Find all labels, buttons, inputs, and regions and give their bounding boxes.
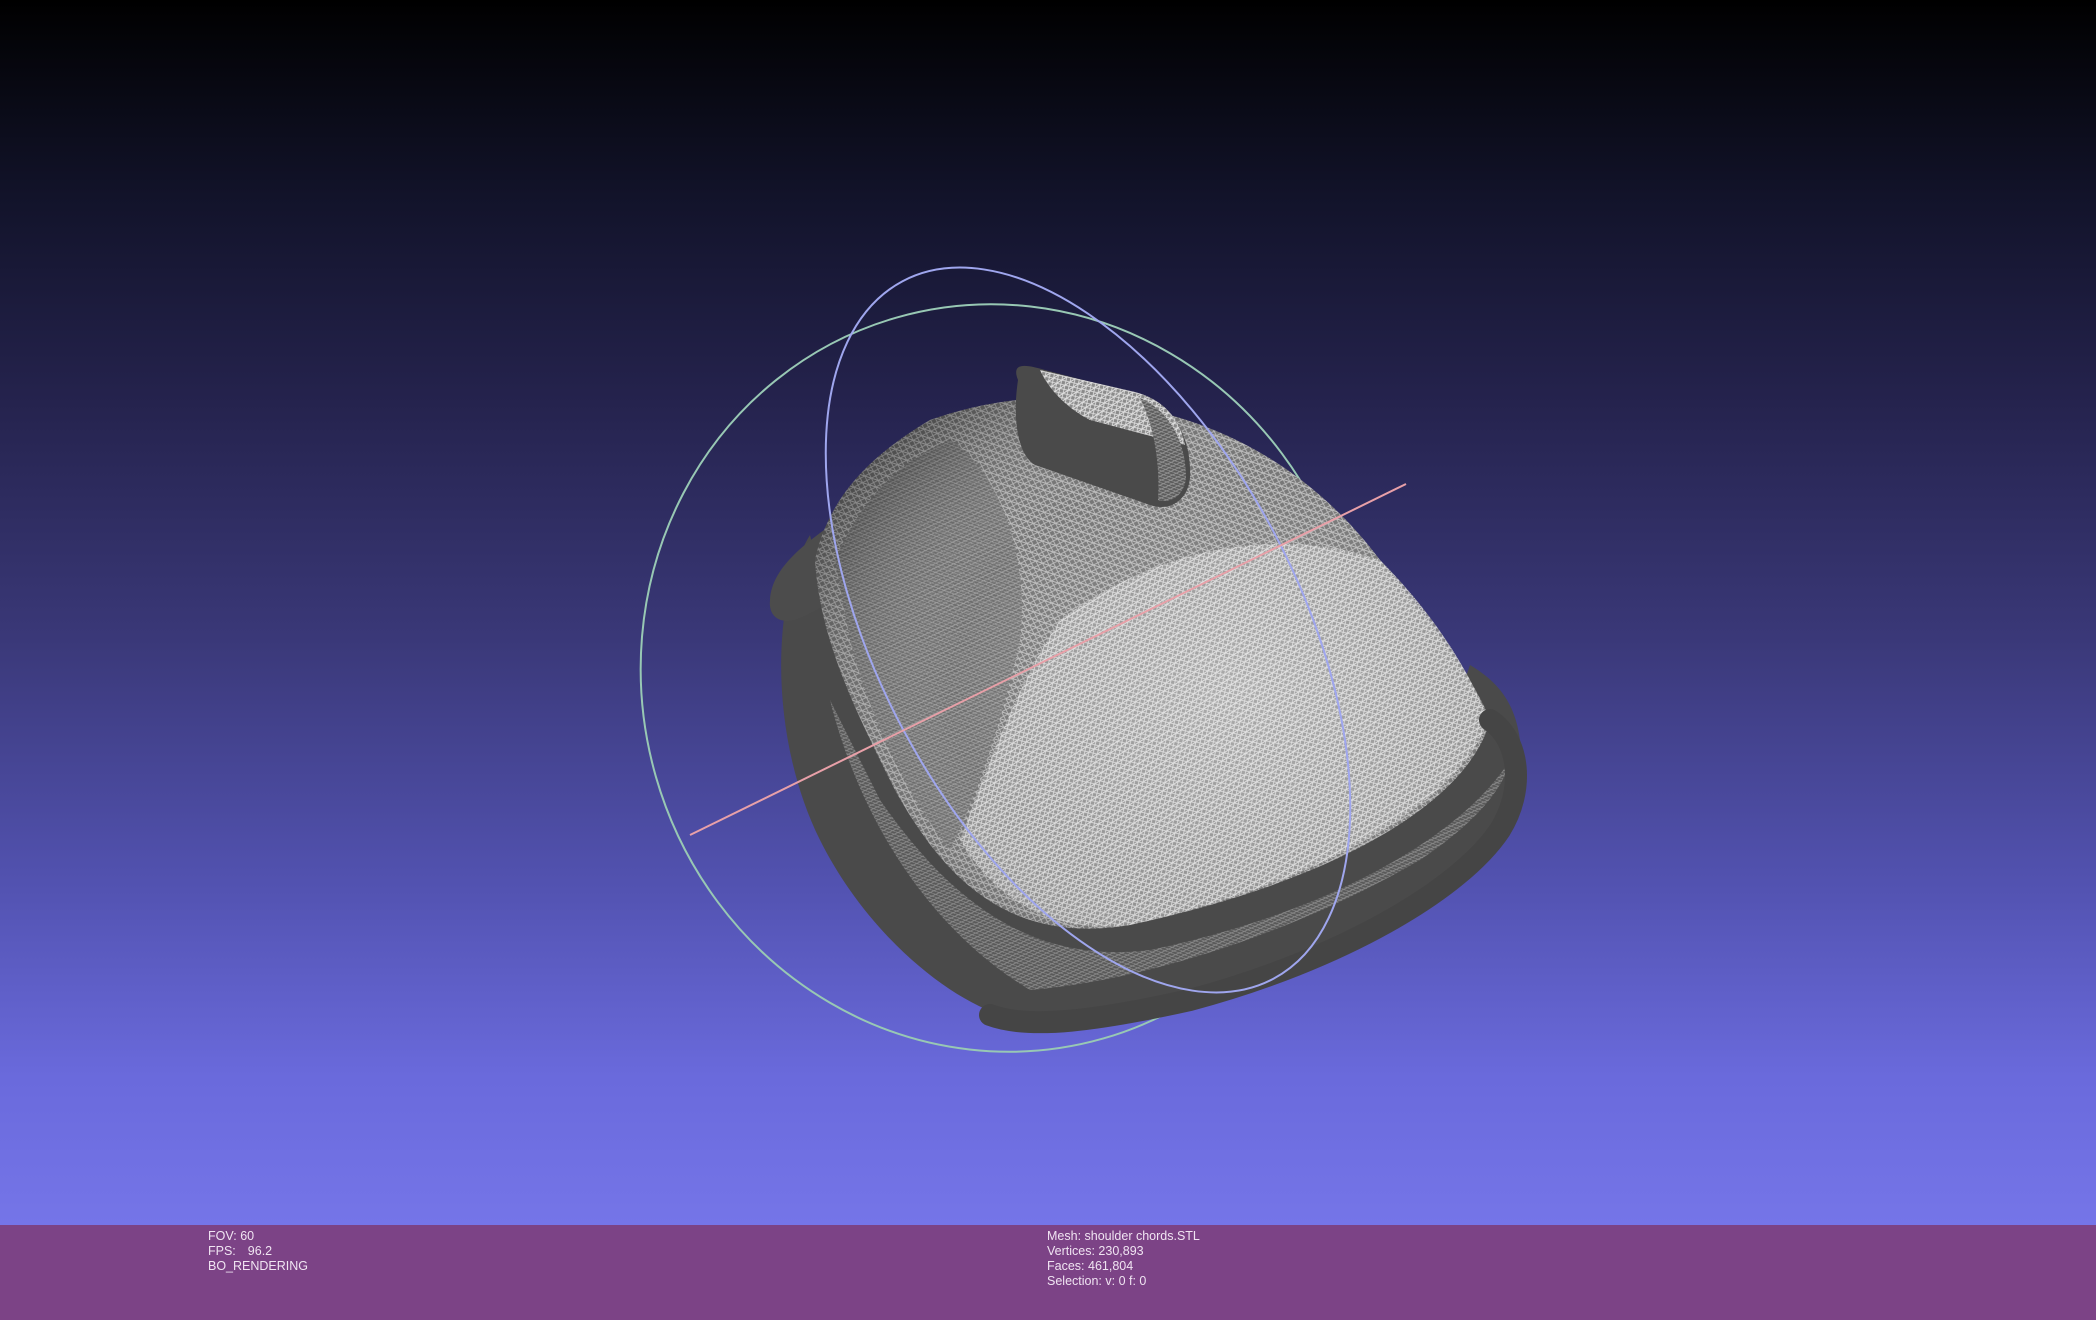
fov-line: FOV: 60 [208, 1229, 308, 1244]
fps-line: FPS: 96.2 [208, 1244, 308, 1259]
selection-value: v: 0 f: 0 [1105, 1274, 1147, 1288]
fps-label: FPS: [208, 1244, 236, 1258]
fov-label: FOV: [208, 1229, 237, 1243]
mesh-name: shoulder chords.STL [1084, 1229, 1200, 1243]
fov-value: 60 [240, 1229, 255, 1243]
mesh-name-line: Mesh: shoulder chords.STL [1047, 1229, 1200, 1244]
vertices-count: 230,893 [1098, 1244, 1144, 1258]
faces-label: Faces: [1047, 1259, 1085, 1273]
faces-line: Faces: 461,804 [1047, 1259, 1200, 1274]
vertices-line: Vertices: 230,893 [1047, 1244, 1200, 1259]
3d-viewport[interactable] [0, 0, 2096, 1225]
mesh-info: Mesh: shoulder chords.STL Vertices: 230,… [1047, 1229, 1200, 1289]
status-bar: FOV: 60 FPS: 96.2 BO_RENDERING Mesh: shou… [0, 1225, 2096, 1320]
fps-value: 96.2 [247, 1244, 273, 1258]
render-mode: BO_RENDERING [208, 1259, 309, 1273]
render-info: FOV: 60 FPS: 96.2 BO_RENDERING [208, 1229, 308, 1274]
mesh-label: Mesh: [1047, 1229, 1082, 1243]
selection-label: Selection: [1047, 1274, 1102, 1288]
vertices-label: Vertices: [1047, 1244, 1095, 1258]
faces-count: 461,804 [1088, 1259, 1134, 1273]
selection-line: Selection: v: 0 f: 0 [1047, 1274, 1200, 1289]
mesh-scene[interactable] [0, 0, 2096, 1225]
